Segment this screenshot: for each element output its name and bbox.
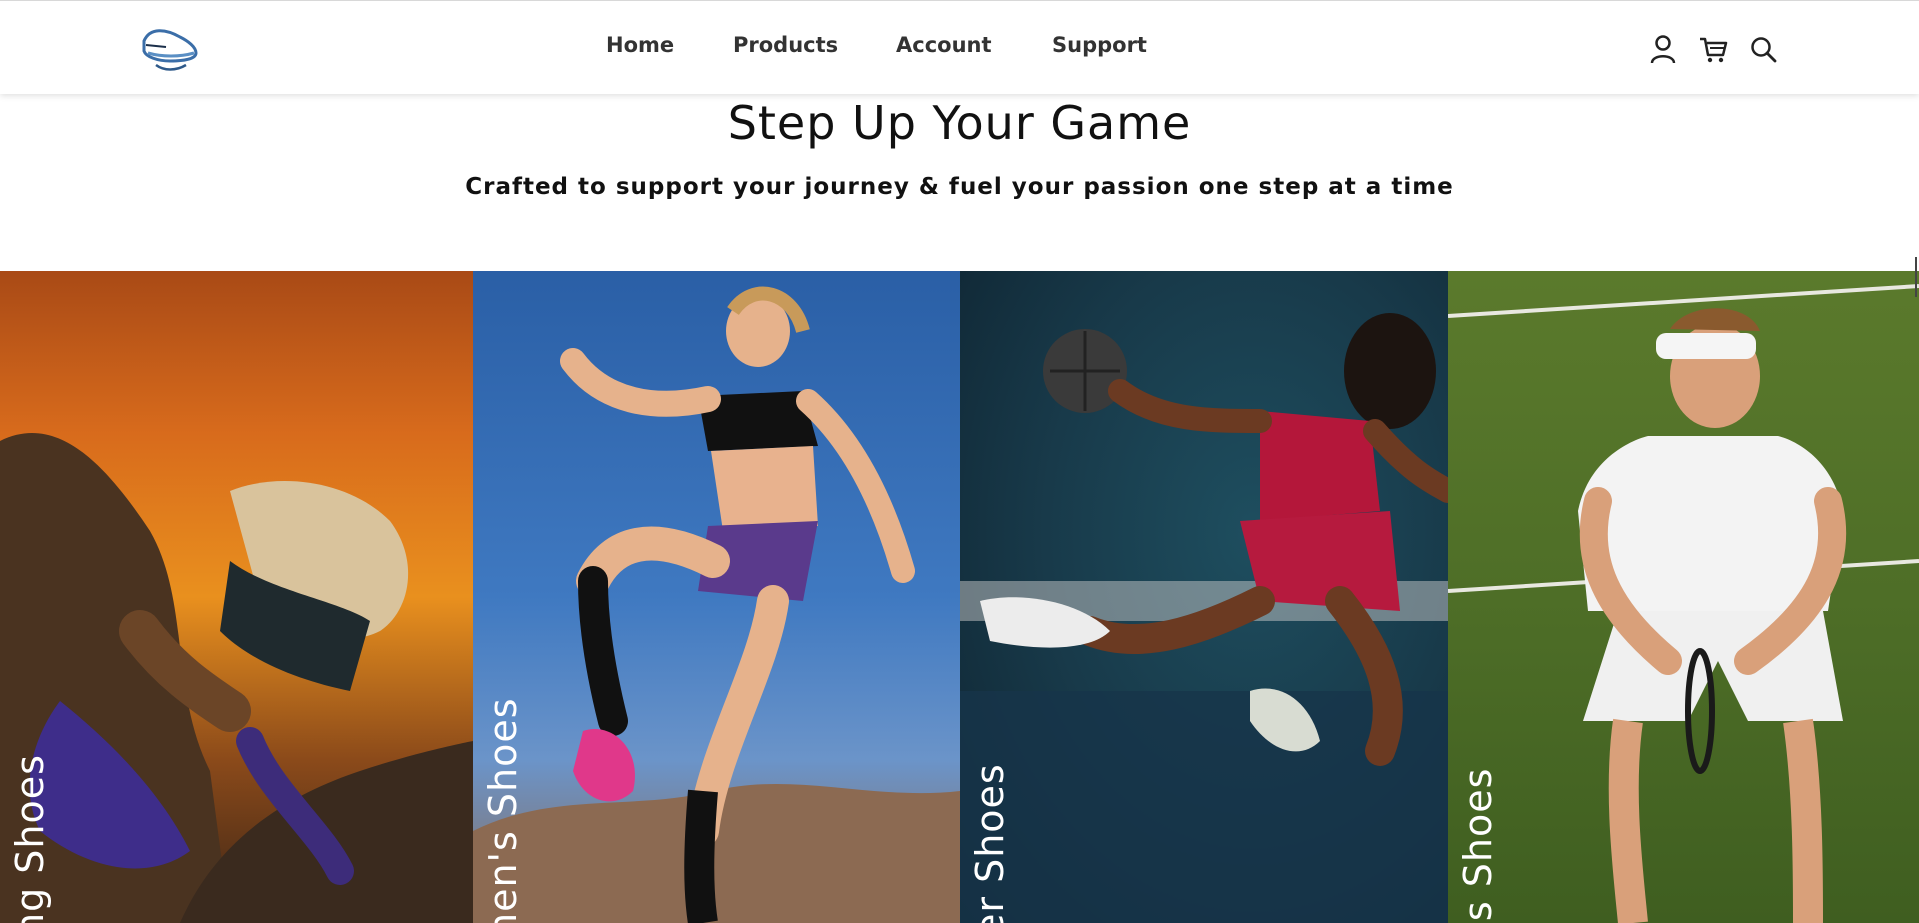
category-panel-hiking[interactable]: ng Shoes [0, 271, 473, 923]
category-panel-basketball[interactable]: er Shoes [960, 271, 1448, 923]
hiking-photo [0, 433, 473, 923]
category-label-tennis: ts Shoes [1456, 767, 1500, 923]
category-panel-fitness[interactable]: nen's Shoes [473, 271, 960, 923]
header-actions [1648, 33, 1782, 65]
search-icon[interactable] [1748, 33, 1778, 65]
category-panel-tennis[interactable]: ts Shoes [1448, 271, 1919, 923]
nav-products-link[interactable]: Products [733, 33, 838, 57]
category-label-basketball: er Shoes [968, 763, 1012, 923]
basketball-photo [960, 313, 1448, 923]
nav-support-link[interactable]: Support [1052, 33, 1147, 57]
nav-home-link[interactable]: Home [606, 33, 674, 57]
scrollbar-thumb[interactable] [1915, 257, 1917, 297]
fitness-photo [473, 286, 960, 923]
tennis-photo [1448, 284, 1919, 923]
shoe-logo-icon[interactable] [136, 17, 202, 79]
nav-account-link[interactable]: Account [896, 33, 992, 57]
category-label-fitness: nen's Shoes [481, 697, 525, 923]
category-label-hiking: ng Shoes [8, 754, 52, 923]
user-icon[interactable] [1648, 33, 1678, 65]
top-navbar: Home Products Account Support [0, 0, 1919, 94]
hero-title: Step Up Your Game [727, 96, 1192, 150]
hero-subtitle: Crafted to support your journey & fuel y… [465, 174, 1454, 200]
cart-icon[interactable] [1698, 33, 1728, 65]
category-panels: ng Shoes nen's Shoes er Shoes ts Shoes [0, 271, 1919, 923]
